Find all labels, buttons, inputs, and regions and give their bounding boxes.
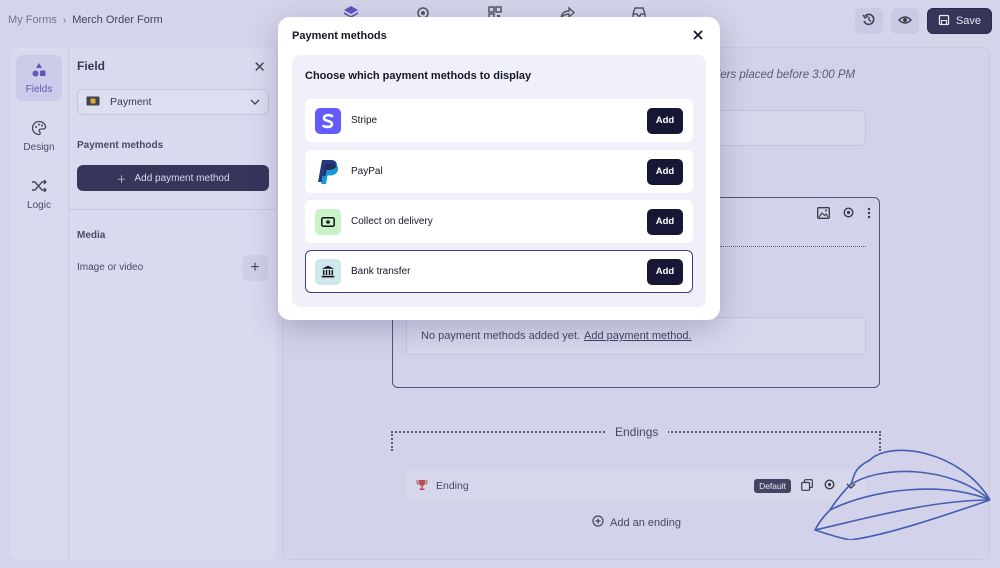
cash-icon <box>315 208 341 235</box>
add-stripe-button[interactable]: Add <box>647 107 683 134</box>
modal-body: Choose which payment methods to display … <box>292 55 706 307</box>
payment-method-collect-on-delivery: Collect on delivery Add <box>305 200 693 243</box>
modal-title: Payment methods <box>292 30 387 42</box>
payment-methods-modal: Payment methods Choose which payment met… <box>278 17 720 320</box>
bank-icon <box>315 258 341 285</box>
payment-method-name: Stripe <box>351 115 378 126</box>
payment-method-bank-transfer: Bank transfer Add <box>305 250 693 293</box>
add-paypal-button[interactable]: Add <box>647 158 683 185</box>
payment-method-paypal: PayPal Add <box>305 150 693 193</box>
payment-method-name: PayPal <box>351 166 383 177</box>
payment-method-name: Collect on delivery <box>351 216 433 227</box>
modal-subtitle: Choose which payment methods to display <box>305 70 532 82</box>
stripe-icon <box>315 107 341 134</box>
add-collect-on-delivery-button[interactable]: Add <box>647 208 683 235</box>
paypal-icon <box>315 158 341 185</box>
payment-method-stripe: Stripe Add <box>305 99 693 142</box>
close-icon[interactable] <box>690 27 706 43</box>
add-bank-transfer-button[interactable]: Add <box>647 258 683 285</box>
payment-method-name: Bank transfer <box>351 266 411 277</box>
